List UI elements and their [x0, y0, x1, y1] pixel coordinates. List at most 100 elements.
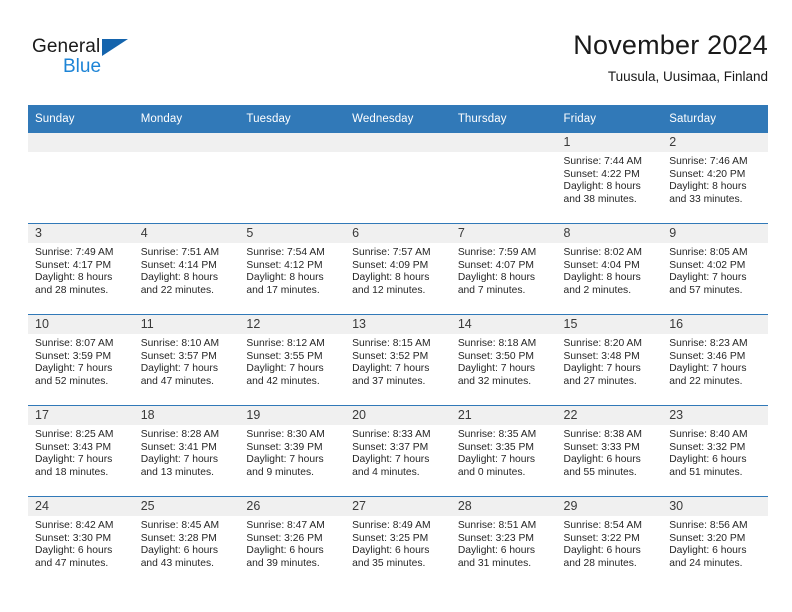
- calendar-day-cell[interactable]: 1 Sunrise: 7:44 AM Sunset: 4:22 PM Daylight…: [556, 133, 663, 224]
- calendar-day-cell[interactable]: 20 Sunrise: 8:33 AM Sunset: 3:37 PM Dayligh…: [345, 405, 451, 497]
- daylight-duration-line1: Daylight: 8 hours: [563, 181, 641, 193]
- calendar-day-cell[interactable]: 15 Sunrise: 8:20 AM Sunset: 3:48 PM Dayligh…: [556, 314, 663, 406]
- day-cell-inner: 14 Sunrise: 8:18 AM Sunset: 3:50 PM Dayligh…: [450, 315, 557, 405]
- daylight-duration-line1: Daylight: 7 hours: [669, 272, 747, 284]
- calendar-empty-cell: [345, 133, 451, 224]
- sunset-time: Sunset: 3:23 PM: [457, 532, 534, 544]
- daylight-duration-line2: and 22 minutes.: [669, 375, 743, 387]
- daylight-duration-line2: and 12 minutes.: [352, 284, 426, 296]
- calendar-empty-cell: [133, 133, 240, 224]
- calendar-day-cell[interactable]: 19 Sunrise: 8:30 AM Sunset: 3:39 PM Dayligh…: [239, 405, 346, 497]
- daylight-duration-line1: Daylight: 6 hours: [35, 545, 113, 557]
- calendar-day-cell[interactable]: 8 Sunrise: 8:02 AM Sunset: 4:04 PM Daylight…: [556, 223, 663, 315]
- day-number-band: 26: [239, 497, 346, 516]
- calendar-day-cell[interactable]: 6 Sunrise: 7:57 AM Sunset: 4:09 PM Daylight…: [345, 223, 451, 315]
- sun-details: Sunrise: 8:30 AM Sunset: 3:39 PM Daylight:…: [239, 425, 345, 479]
- sunset-time: Sunset: 3:48 PM: [563, 350, 640, 362]
- calendar-day-cell[interactable]: 26 Sunrise: 8:47 AM Sunset: 3:26 PM Dayligh…: [239, 496, 346, 587]
- sunset-time: Sunset: 4:02 PM: [669, 259, 746, 271]
- calendar-day-cell[interactable]: 11 Sunrise: 8:10 AM Sunset: 3:57 PM Dayligh…: [133, 314, 240, 406]
- day-number: 5: [246, 226, 254, 240]
- general-blue-logo[interactable]: General Blue: [32, 36, 152, 88]
- day-cell-inner: 2 Sunrise: 7:46 AM Sunset: 4:20 PM Daylight…: [662, 133, 768, 223]
- sunrise-time: Sunrise: 8:54 AM: [563, 520, 642, 531]
- sun-details: Sunrise: 7:51 AM Sunset: 4:14 PM Daylight:…: [134, 243, 240, 297]
- calendar-day-cell[interactable]: 10 Sunrise: 8:07 AM Sunset: 3:59 PM Dayligh…: [28, 314, 134, 406]
- calendar-day-cell[interactable]: 24 Sunrise: 8:42 AM Sunset: 3:30 PM Dayligh…: [28, 496, 134, 587]
- sunrise-time: Sunrise: 8:23 AM: [669, 338, 748, 349]
- day-cell-inner: [28, 133, 134, 223]
- day-cell-inner: [239, 133, 346, 223]
- sunrise-time: Sunrise: 8:07 AM: [35, 338, 114, 349]
- day-number-band: [133, 133, 240, 152]
- calendar-day-cell[interactable]: 21 Sunrise: 8:35 AM Sunset: 3:35 PM Dayligh…: [450, 405, 557, 497]
- day-cell-inner: 11 Sunrise: 8:10 AM Sunset: 3:57 PM Dayligh…: [133, 315, 240, 405]
- daylight-duration-line2: and 9 minutes.: [246, 466, 314, 478]
- calendar-day-cell[interactable]: 23 Sunrise: 8:40 AM Sunset: 3:32 PM Dayligh…: [662, 405, 768, 497]
- sunset-time: Sunset: 3:41 PM: [140, 441, 217, 453]
- calendar-day-cell[interactable]: 17 Sunrise: 8:25 AM Sunset: 3:43 PM Dayligh…: [28, 405, 134, 497]
- daylight-duration-line2: and 51 minutes.: [669, 466, 743, 478]
- sun-details: Sunrise: 8:42 AM Sunset: 3:30 PM Daylight:…: [28, 516, 134, 570]
- day-number-band: 3: [28, 224, 134, 243]
- calendar-day-cell[interactable]: 29 Sunrise: 8:54 AM Sunset: 3:22 PM Dayligh…: [556, 496, 663, 587]
- calendar-day-cell[interactable]: 12 Sunrise: 8:12 AM Sunset: 3:55 PM Dayligh…: [239, 314, 346, 406]
- sun-details: Sunrise: 8:56 AM Sunset: 3:20 PM Daylight:…: [662, 516, 768, 570]
- day-cell-inner: 4 Sunrise: 7:51 AM Sunset: 4:14 PM Daylight…: [133, 224, 240, 314]
- day-cell-inner: 16 Sunrise: 8:23 AM Sunset: 3:46 PM Dayligh…: [662, 315, 768, 405]
- day-cell-inner: 17 Sunrise: 8:25 AM Sunset: 3:43 PM Dayligh…: [28, 406, 134, 496]
- sunrise-time: Sunrise: 8:49 AM: [352, 520, 431, 531]
- sun-details: Sunrise: 7:44 AM Sunset: 4:22 PM Daylight:…: [557, 152, 663, 206]
- calendar-day-cell[interactable]: 16 Sunrise: 8:23 AM Sunset: 3:46 PM Dayligh…: [662, 314, 768, 406]
- sun-details: Sunrise: 7:46 AM Sunset: 4:20 PM Daylight:…: [662, 152, 768, 206]
- calendar-day-cell[interactable]: 9 Sunrise: 8:05 AM Sunset: 4:02 PM Daylight…: [662, 223, 768, 315]
- day-cell-inner: 18 Sunrise: 8:28 AM Sunset: 3:41 PM Dayligh…: [133, 406, 240, 496]
- day-number-band: 11: [133, 315, 240, 334]
- daylight-duration-line2: and 24 minutes.: [669, 557, 743, 569]
- calendar-day-cell[interactable]: 25 Sunrise: 8:45 AM Sunset: 3:28 PM Dayligh…: [133, 496, 240, 587]
- day-cell-inner: 12 Sunrise: 8:12 AM Sunset: 3:55 PM Dayligh…: [239, 315, 346, 405]
- daylight-duration-line2: and 0 minutes.: [457, 466, 526, 478]
- calendar-day-cell[interactable]: 4 Sunrise: 7:51 AM Sunset: 4:14 PM Daylight…: [133, 223, 240, 315]
- daylight-duration-line1: Daylight: 6 hours: [246, 545, 324, 557]
- weekday-header-tuesday: Tuesday: [239, 105, 346, 133]
- calendar-day-cell[interactable]: 2 Sunrise: 7:46 AM Sunset: 4:20 PM Daylight…: [662, 133, 768, 224]
- sunset-time: Sunset: 3:22 PM: [563, 532, 640, 544]
- daylight-duration-line1: Daylight: 6 hours: [563, 454, 641, 466]
- calendar-grid: Sunday Monday Tuesday Wednesday Thursday…: [28, 105, 768, 587]
- calendar-day-cell[interactable]: 14 Sunrise: 8:18 AM Sunset: 3:50 PM Dayligh…: [450, 314, 557, 406]
- day-number-band: 23: [662, 406, 768, 425]
- calendar-day-cell[interactable]: 22 Sunrise: 8:38 AM Sunset: 3:33 PM Dayligh…: [556, 405, 663, 497]
- calendar-day-cell[interactable]: 3 Sunrise: 7:49 AM Sunset: 4:17 PM Daylight…: [28, 223, 134, 315]
- day-number-band: 6: [345, 224, 451, 243]
- sun-details: Sunrise: 8:35 AM Sunset: 3:35 PM Daylight:…: [451, 425, 557, 479]
- sunset-time: Sunset: 3:37 PM: [352, 441, 429, 453]
- calendar-day-cell[interactable]: 13 Sunrise: 8:15 AM Sunset: 3:52 PM Dayligh…: [345, 314, 451, 406]
- daylight-duration-line1: Daylight: 7 hours: [140, 363, 218, 375]
- daylight-duration-line1: Daylight: 7 hours: [352, 363, 430, 375]
- calendar-day-cell[interactable]: 7 Sunrise: 7:59 AM Sunset: 4:07 PM Daylight…: [450, 223, 557, 315]
- sunset-time: Sunset: 4:07 PM: [457, 259, 534, 271]
- daylight-duration-line2: and 33 minutes.: [669, 193, 743, 205]
- day-number-band: 27: [345, 497, 451, 516]
- day-cell-inner: 13 Sunrise: 8:15 AM Sunset: 3:52 PM Dayligh…: [345, 315, 451, 405]
- sunset-time: Sunset: 3:43 PM: [35, 441, 112, 453]
- day-cell-inner: 30 Sunrise: 8:56 AM Sunset: 3:20 PM Dayligh…: [662, 497, 768, 587]
- daylight-duration-line2: and 7 minutes.: [457, 284, 526, 296]
- calendar-day-cell[interactable]: 18 Sunrise: 8:28 AM Sunset: 3:41 PM Dayligh…: [133, 405, 240, 497]
- day-number: 15: [563, 317, 578, 331]
- day-number: 2: [669, 135, 677, 149]
- daylight-duration-line1: Daylight: 7 hours: [246, 363, 324, 375]
- day-cell-inner: 19 Sunrise: 8:30 AM Sunset: 3:39 PM Dayligh…: [239, 406, 346, 496]
- weekday-header-sunday: Sunday: [28, 105, 134, 133]
- calendar-day-cell[interactable]: 30 Sunrise: 8:56 AM Sunset: 3:20 PM Dayligh…: [662, 496, 768, 587]
- sun-details: Sunrise: 8:25 AM Sunset: 3:43 PM Daylight:…: [28, 425, 134, 479]
- calendar-day-cell[interactable]: 5 Sunrise: 7:54 AM Sunset: 4:12 PM Daylight…: [239, 223, 346, 315]
- day-cell-inner: 8 Sunrise: 8:02 AM Sunset: 4:04 PM Daylight…: [556, 224, 663, 314]
- location-subtitle: Tuusula, Uusimaa, Finland: [607, 69, 768, 84]
- daylight-duration-line2: and 42 minutes.: [246, 375, 320, 387]
- calendar-day-cell[interactable]: 28 Sunrise: 8:51 AM Sunset: 3:23 PM Dayligh…: [450, 496, 557, 587]
- calendar-day-cell[interactable]: 27 Sunrise: 8:49 AM Sunset: 3:25 PM Dayligh…: [345, 496, 451, 587]
- sunset-time: Sunset: 3:26 PM: [246, 532, 323, 544]
- day-number: 28: [457, 499, 472, 513]
